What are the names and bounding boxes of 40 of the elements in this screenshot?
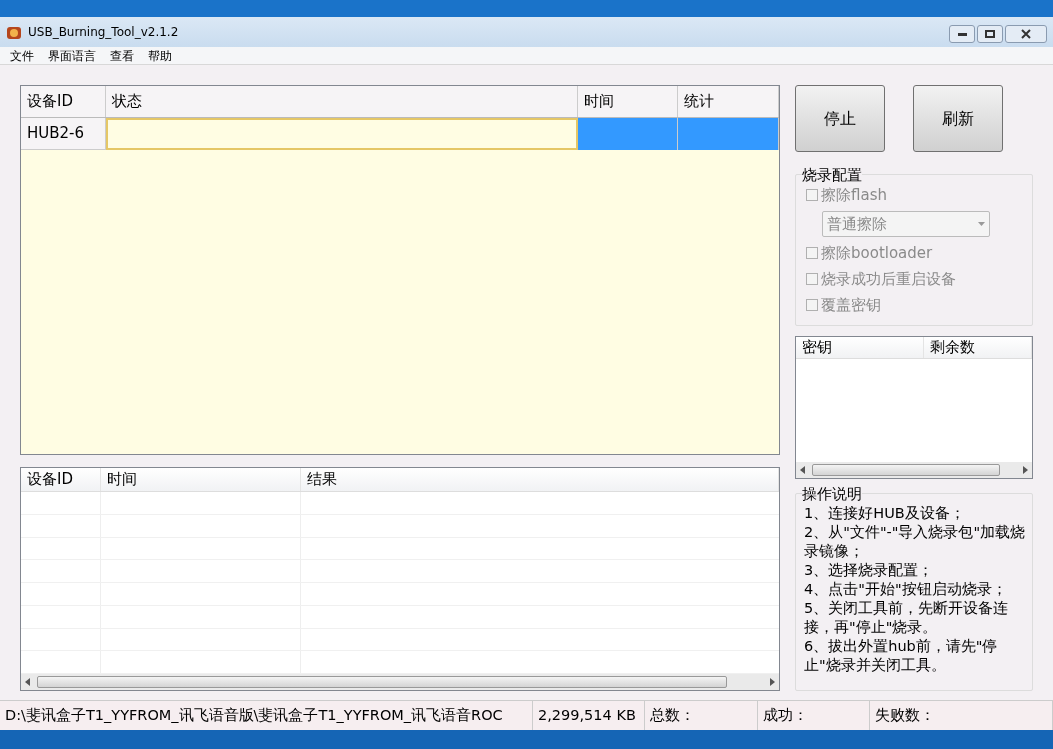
- close-button[interactable]: [1005, 25, 1047, 43]
- menu-item[interactable]: 查看: [110, 46, 134, 65]
- button[interactable]: 停止: [795, 85, 885, 152]
- status-field: 总数：: [645, 701, 758, 730]
- instruction-step: 3、选择烧录配置；: [804, 561, 1026, 580]
- column-header[interactable]: 时间: [101, 468, 301, 491]
- button[interactable]: 刷新: [913, 85, 1003, 152]
- window-title: USB_Burning_Tool_v2.1.2: [28, 24, 179, 41]
- column-header[interactable]: 结果: [301, 468, 779, 491]
- group-title: 操作说明: [802, 483, 862, 506]
- instruction-step: 6、拔出外置hub前，请先"停止"烧录并关闭工具。: [804, 637, 1026, 675]
- column-header[interactable]: 统计: [678, 86, 779, 117]
- instruction-step: 2、从"文件"-"导入烧录包"加载烧录镜像；: [804, 523, 1026, 561]
- horizontal-scrollbar[interactable]: [21, 674, 779, 690]
- close-icon[interactable]: [1021, 29, 1031, 39]
- scroll-left-icon[interactable]: [25, 678, 31, 686]
- menu-item[interactable]: 界面语言: [48, 46, 96, 65]
- maximize-button[interactable]: [977, 25, 1003, 43]
- instruction-step: 5、关闭工具前，先断开设备连接，再"停止"烧录。: [804, 599, 1026, 637]
- instruction-step: 4、点击"开始"按钮启动烧录；: [804, 580, 1026, 599]
- column-header[interactable]: 剩余数: [924, 337, 1032, 358]
- status-field: 成功：: [758, 701, 870, 730]
- menu-item[interactable]: 帮助: [148, 46, 172, 65]
- column-header[interactable]: 状态: [106, 86, 578, 117]
- table-cell: HUB2-6: [21, 118, 106, 150]
- minimize-button[interactable]: [949, 25, 975, 43]
- status-field: 2,299,514 KB: [533, 701, 645, 730]
- scroll-left-icon[interactable]: [800, 466, 806, 474]
- menu-item[interactable]: 文件: [10, 46, 34, 65]
- column-header[interactable]: 设备ID: [21, 86, 106, 117]
- column-header[interactable]: 时间: [578, 86, 678, 117]
- column-header[interactable]: 设备ID: [21, 468, 101, 491]
- horizontal-scrollbar[interactable]: [796, 462, 1032, 478]
- status-field: 失败数：: [870, 701, 1053, 730]
- status-field: D:\斐讯盒子T1_YYFROM_讯飞语音版\斐讯盒子T1_YYFROM_讯飞语音ROC: [0, 701, 533, 730]
- scroll-right-icon[interactable]: [1022, 466, 1028, 474]
- app-icon: [6, 24, 22, 40]
- instruction-step: 1、连接好HUB及设备；: [804, 504, 1026, 523]
- scroll-right-icon[interactable]: [769, 678, 775, 686]
- column-header[interactable]: 密钥: [796, 337, 924, 358]
